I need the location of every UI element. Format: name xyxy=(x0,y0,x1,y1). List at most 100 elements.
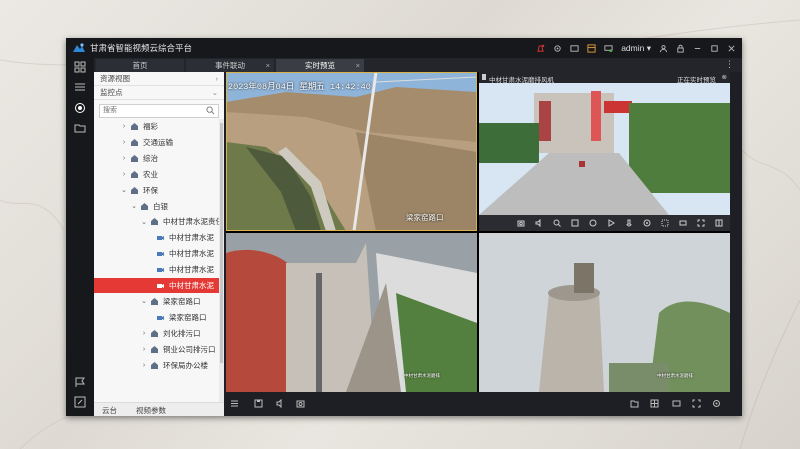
tree-item[interactable]: › 铜业公司排污口 xyxy=(94,342,224,357)
tree-item[interactable]: 中材甘肃水泥 xyxy=(94,278,224,293)
tree-item[interactable]: › 综治 xyxy=(94,151,224,166)
tree-item[interactable]: › 农业 xyxy=(94,167,224,182)
mic-icon[interactable] xyxy=(625,219,633,227)
tree-item[interactable]: ⌄ 白银 xyxy=(94,199,224,214)
video-frame-silo-tower xyxy=(479,233,730,392)
preview-toolbar xyxy=(226,392,742,416)
tab-close-icon[interactable]: × xyxy=(266,61,270,70)
building-icon xyxy=(151,297,158,305)
tab-live-preview[interactable]: 实时预览 × xyxy=(276,59,364,72)
tree-item-label: 交通运输 xyxy=(143,137,173,147)
split-icon[interactable] xyxy=(715,219,723,227)
fullscreen-icon[interactable] xyxy=(697,219,705,227)
tree-item[interactable]: › 福彩 xyxy=(94,119,224,134)
expand-arrow-icon[interactable]: ⌄ xyxy=(140,218,148,226)
resource-view-dropdown[interactable]: 资源视图 › xyxy=(94,72,224,86)
tree-item[interactable]: › 刘化排污口 xyxy=(94,326,224,341)
list-toggle-icon[interactable] xyxy=(230,399,239,408)
capture-all-icon[interactable] xyxy=(296,399,305,408)
stream-icon[interactable] xyxy=(679,219,687,227)
expand-arrow-icon[interactable]: › xyxy=(140,346,148,353)
building-icon xyxy=(131,123,138,130)
apps-grid-icon[interactable] xyxy=(74,61,86,73)
expand-arrow-icon[interactable]: ⌄ xyxy=(130,202,138,210)
osd-channel-name: 中材甘肃水泥磨排 xyxy=(404,373,440,378)
app-window: 甘肃省智能视频云综合平台 admin ▾ 首页 事件联动 × 实时预览 × ⋮ xyxy=(66,38,742,416)
signal-flag-icon[interactable] xyxy=(74,376,86,388)
close-channel-icon[interactable]: ⊗ xyxy=(722,73,727,81)
maximize-icon[interactable] xyxy=(710,44,719,53)
tab-event-linkage[interactable]: 事件联动 × xyxy=(186,59,274,72)
tree-item[interactable]: 中材甘肃水泥 xyxy=(94,246,224,261)
expand-arrow-icon[interactable]: › xyxy=(120,171,128,178)
folder-icon[interactable] xyxy=(630,399,639,408)
video-cell-1[interactable]: 2023年08月04日 星期五 14:42:40 梁家窑路口 xyxy=(226,72,477,231)
audio-icon[interactable] xyxy=(535,219,543,227)
settings-gear-icon[interactable] xyxy=(553,44,562,53)
playback-folder-icon[interactable] xyxy=(74,122,86,134)
playback-icon[interactable] xyxy=(607,219,615,227)
tree-item[interactable]: 中材甘肃水泥 xyxy=(94,230,224,245)
expand-arrow-icon[interactable]: › xyxy=(140,362,148,369)
screen-share-icon[interactable] xyxy=(604,44,613,53)
tree-scrollbar[interactable] xyxy=(219,119,224,403)
osd-datetime: 2023年08月04日 星期五 14:42:40 xyxy=(228,82,371,92)
alarm-bell-icon[interactable] xyxy=(536,44,545,53)
settings-icon[interactable] xyxy=(712,399,721,408)
tree-item[interactable]: 梁家窑路口 xyxy=(94,310,224,325)
expand-arrow-icon[interactable]: › xyxy=(120,123,128,130)
ptz-icon[interactable] xyxy=(643,219,651,227)
app-title: 甘肃省智能视频云综合平台 xyxy=(90,43,193,53)
live-view-icon[interactable] xyxy=(74,102,86,114)
tab-home[interactable]: 首页 xyxy=(96,59,184,72)
user-menu[interactable]: admin ▾ xyxy=(621,43,651,54)
scrollbar-thumb[interactable] xyxy=(220,123,223,363)
search-icon[interactable] xyxy=(206,106,215,115)
expand-arrow-icon[interactable]: › xyxy=(120,139,128,146)
lock-icon[interactable] xyxy=(676,44,685,53)
tree-item[interactable]: › 交通运输 xyxy=(94,135,224,150)
expand-icon[interactable] xyxy=(692,399,701,408)
message-icon[interactable] xyxy=(570,44,579,53)
camera-icon xyxy=(157,236,164,241)
save-view-icon[interactable] xyxy=(254,399,263,408)
expand-arrow-icon[interactable]: ⌄ xyxy=(120,186,128,194)
snapshot-icon[interactable] xyxy=(517,219,525,227)
expand-arrow-icon[interactable]: › xyxy=(120,155,128,162)
tree-item-label: 刘化排污口 xyxy=(163,328,201,338)
zoom-icon[interactable] xyxy=(553,219,561,227)
building-icon xyxy=(131,170,138,178)
tree-item[interactable]: 中材甘肃水泥 xyxy=(94,262,224,277)
tab-close-icon[interactable]: × xyxy=(356,61,360,70)
resource-tree: › 福彩 › 交通运输 › 综治 › 农业 ⌄ 环保 ⌄ 白银 ⌄ 中材甘肃水泥责任 中材甘肃水泥 中材甘肃水… xyxy=(94,119,224,403)
image-adjust-icon[interactable] xyxy=(571,219,579,227)
tree-item-label: 中材甘肃水泥 xyxy=(169,281,214,290)
tree-item[interactable]: ⌄ 环保 xyxy=(94,183,224,198)
video-cell-4[interactable]: 中材甘肃水泥磨排 xyxy=(479,233,730,392)
video-cell-2[interactable]: 中材甘肃水泥磨排风机 正在实时预览 ⊗ xyxy=(479,72,730,231)
record-icon[interactable] xyxy=(589,219,597,227)
close-icon[interactable] xyxy=(727,44,736,53)
layout-grid-icon[interactable] xyxy=(650,399,659,408)
volume-icon[interactable] xyxy=(276,399,285,408)
expand-arrow-icon[interactable]: ⌄ xyxy=(140,297,148,305)
tree-item[interactable]: ⌄ 中材甘肃水泥责任 xyxy=(94,214,224,229)
edit-panel-icon[interactable] xyxy=(74,396,86,408)
expand-arrow-icon[interactable]: › xyxy=(140,330,148,337)
layout-window-icon[interactable] xyxy=(587,43,596,53)
tree-item-label: 环保局办公楼 xyxy=(163,360,208,370)
window-icon[interactable] xyxy=(672,399,681,408)
ptz-tab[interactable]: 云台 xyxy=(102,405,117,416)
minimize-icon[interactable] xyxy=(693,44,702,53)
region-zoom-icon[interactable] xyxy=(661,219,669,227)
tree-item[interactable]: › 环保局办公楼 xyxy=(94,358,224,373)
more-options-icon[interactable]: ⋮ xyxy=(725,59,734,70)
monitor-points-dropdown[interactable]: 监控点 ⌄ xyxy=(94,86,224,100)
video-cell-3[interactable]: 中材甘肃水泥磨排 xyxy=(226,233,477,392)
menu-list-icon[interactable] xyxy=(74,81,86,93)
search-input[interactable] xyxy=(100,105,203,116)
tree-item-label: 环保 xyxy=(143,185,158,195)
user-icon[interactable] xyxy=(659,44,668,53)
tree-item[interactable]: ⌄ 梁家窑路口 xyxy=(94,294,224,309)
video-params-tab[interactable]: 视频参数 xyxy=(136,405,166,416)
